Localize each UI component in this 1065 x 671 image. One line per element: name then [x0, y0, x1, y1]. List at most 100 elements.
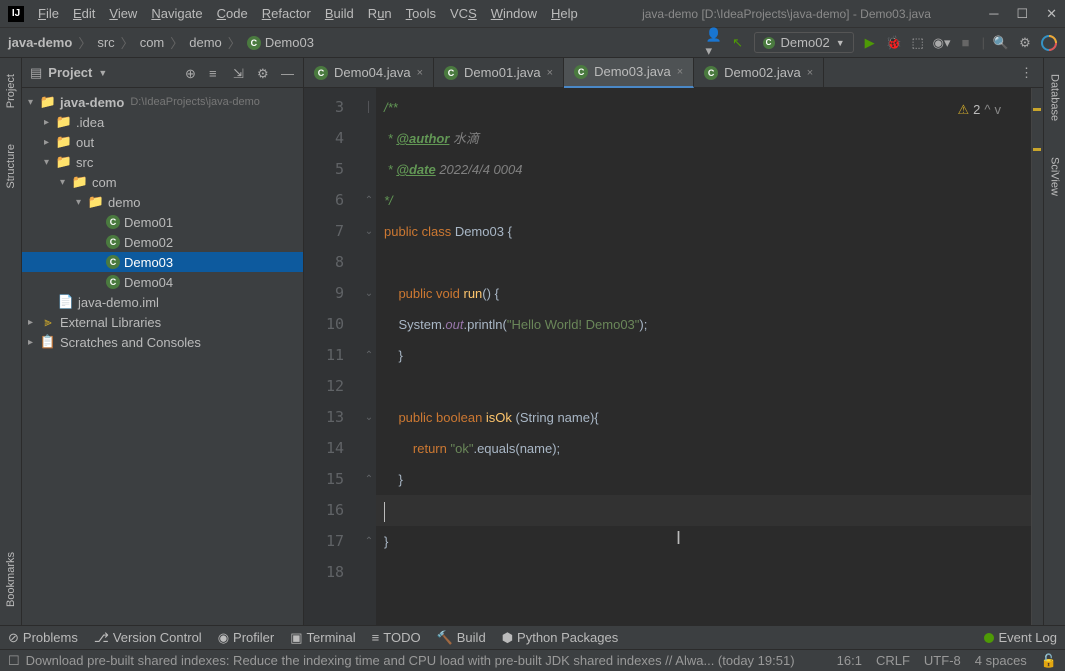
menu-edit[interactable]: Edit: [67, 4, 101, 23]
menu-help[interactable]: Help: [545, 4, 584, 23]
tab-demo01[interactable]: CDemo01.java×: [434, 58, 564, 88]
menu-file[interactable]: File: [32, 4, 65, 23]
status-cursor-pos[interactable]: 16:1: [837, 653, 862, 669]
close-tab-icon[interactable]: ×: [677, 66, 683, 78]
tree-file-demo03[interactable]: CDemo03: [22, 252, 303, 272]
menu-window[interactable]: Window: [485, 4, 543, 23]
menu-refactor[interactable]: Refactor: [256, 4, 317, 23]
fold-end-icon[interactable]: ⌃: [362, 340, 376, 371]
sidebar-tab-bookmarks[interactable]: Bookmarks: [3, 544, 19, 615]
bottom-profiler[interactable]: ◉Profiler: [218, 630, 275, 646]
fold-start-icon[interactable]: ⌄: [362, 216, 376, 247]
expand-all-icon[interactable]: ≡: [209, 66, 223, 80]
bottom-version-control[interactable]: ⎇Version Control: [94, 630, 202, 646]
tab-demo04[interactable]: CDemo04.java×: [304, 58, 434, 88]
tree-scratches[interactable]: ▸📋Scratches and Consoles: [22, 332, 303, 352]
editor-scrollbar[interactable]: [1031, 88, 1043, 625]
chevron-down-icon[interactable]: ▼: [98, 68, 107, 78]
menu-navigate[interactable]: Navigate: [145, 4, 208, 23]
bottom-todo[interactable]: ≡TODO: [372, 630, 421, 645]
code-content[interactable]: ⚠2^v /** * @author 水滴 * @date 2022/4/4 0…: [376, 88, 1031, 625]
fold-end-icon[interactable]: ⌃: [362, 464, 376, 495]
menu-run[interactable]: Run: [362, 4, 398, 23]
menu-view[interactable]: View: [103, 4, 143, 23]
bottom-python[interactable]: ⬢Python Packages: [502, 630, 619, 646]
search-icon[interactable]: 🔍: [993, 35, 1009, 51]
bottom-terminal[interactable]: ▣Terminal: [290, 630, 355, 646]
chevron-up-icon[interactable]: ^: [984, 94, 990, 125]
back-icon[interactable]: ↖: [730, 35, 746, 51]
fold-start-icon[interactable]: ⌄: [362, 278, 376, 309]
tree-iml[interactable]: 📄java-demo.iml: [22, 292, 303, 312]
select-opened-icon[interactable]: ⊕: [185, 66, 199, 80]
collapse-all-icon[interactable]: ⇲: [233, 66, 247, 80]
bottom-problems[interactable]: ⊘Problems: [8, 630, 78, 646]
menu-code[interactable]: Code: [211, 4, 254, 23]
status-message[interactable]: Download pre-built shared indexes: Reduc…: [26, 653, 795, 668]
tree-com[interactable]: ▾📁com: [22, 172, 303, 192]
debug-icon[interactable]: 🐞: [886, 35, 902, 51]
tab-demo02[interactable]: CDemo02.java×: [694, 58, 824, 88]
stop-icon[interactable]: ■: [958, 35, 974, 51]
close-tab-icon[interactable]: ×: [417, 67, 423, 79]
close-tab-icon[interactable]: ×: [547, 67, 553, 79]
chevron-down-icon[interactable]: v: [995, 94, 1002, 125]
gear-icon[interactable]: ⚙: [257, 66, 271, 80]
sidebar-tab-structure[interactable]: Structure: [3, 136, 19, 197]
class-icon: C: [106, 275, 120, 289]
status-line-ending[interactable]: CRLF: [876, 653, 910, 669]
tab-actions-icon[interactable]: ⋮: [1010, 65, 1043, 81]
tree-demo[interactable]: ▾📁demo: [22, 192, 303, 212]
fold-end-icon[interactable]: ⌃: [362, 526, 376, 557]
line-number: 16: [304, 495, 362, 526]
menu-vcs[interactable]: VCS: [444, 4, 483, 23]
editor-body[interactable]: 3 4 5 6 7 8 9 10 11 12 13 14 15 16 17 18…: [304, 88, 1043, 625]
bottom-event-log[interactable]: Event Log: [984, 630, 1057, 645]
tree-idea[interactable]: ▸📁.idea: [22, 112, 303, 132]
profile-icon[interactable]: ◉▾: [934, 35, 950, 51]
breadcrumb-class[interactable]: CDemo03: [247, 35, 314, 50]
tab-demo03[interactable]: CDemo03.java×: [564, 58, 694, 88]
menu-tools[interactable]: Tools: [400, 4, 442, 23]
lock-icon[interactable]: 🔓: [1041, 653, 1057, 669]
breadcrumb-demo[interactable]: demo: [189, 35, 222, 50]
tree-file-demo04[interactable]: C Demo04: [22, 272, 303, 292]
fold-region-icon[interactable]: │: [362, 92, 376, 123]
sidebar-tab-database[interactable]: Database: [1047, 66, 1063, 129]
breadcrumb-src[interactable]: src: [97, 35, 114, 50]
tree-item-label: Demo04: [124, 275, 173, 290]
tree-src[interactable]: ▾📁src: [22, 152, 303, 172]
breadcrumb: java-demo 〉 src 〉 com 〉 demo 〉 CDemo03: [8, 33, 314, 52]
close-icon[interactable]: ✕: [1046, 6, 1057, 22]
run-icon[interactable]: ▶: [862, 35, 878, 51]
tree-external-libraries[interactable]: ▸⫸External Libraries: [22, 312, 303, 332]
tree-root[interactable]: ▾📁java-demoD:\IdeaProjects\java-demo: [22, 92, 303, 112]
tab-label: Demo04.java: [334, 65, 411, 80]
status-menu-icon[interactable]: ☐: [8, 653, 20, 669]
breadcrumb-com[interactable]: com: [140, 35, 165, 50]
fold-end-icon[interactable]: ⌃: [362, 185, 376, 216]
status-indent[interactable]: 4 spaces: [975, 653, 1027, 669]
project-panel-title[interactable]: Project: [48, 65, 92, 80]
bottom-item-label: Event Log: [998, 630, 1057, 645]
minimize-icon[interactable]: ─: [989, 6, 998, 21]
plugin-icon[interactable]: [1041, 35, 1057, 51]
maximize-icon[interactable]: ☐: [1016, 6, 1028, 22]
sidebar-tab-project[interactable]: Project: [3, 66, 19, 116]
breadcrumb-project[interactable]: java-demo: [8, 35, 72, 50]
tree-file-demo01[interactable]: CDemo01: [22, 212, 303, 232]
hide-icon[interactable]: —: [281, 66, 295, 80]
bottom-build[interactable]: 🔨Build: [437, 630, 486, 646]
add-user-icon[interactable]: 👤▾: [706, 35, 722, 51]
menu-build[interactable]: Build: [319, 4, 360, 23]
inspection-badge[interactable]: ⚠2^v: [958, 94, 1002, 125]
coverage-icon[interactable]: ⬚: [910, 35, 926, 51]
status-encoding[interactable]: UTF-8: [924, 653, 961, 669]
sidebar-tab-sciview[interactable]: SciView: [1047, 149, 1063, 204]
run-config-selector[interactable]: C Demo02 ▼: [754, 32, 854, 53]
settings-icon[interactable]: ⚙: [1017, 35, 1033, 51]
fold-start-icon[interactable]: ⌄: [362, 402, 376, 433]
close-tab-icon[interactable]: ×: [807, 67, 813, 79]
tree-out[interactable]: ▸📁out: [22, 132, 303, 152]
tree-file-demo02[interactable]: CDemo02: [22, 232, 303, 252]
